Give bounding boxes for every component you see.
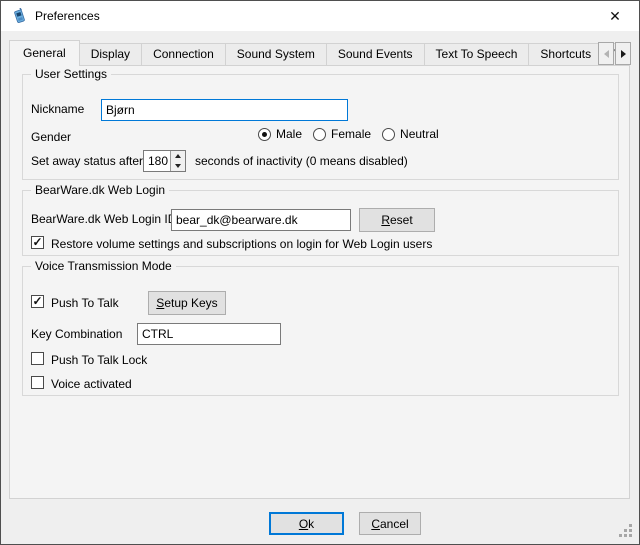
checkmark-icon: ✓ <box>32 295 42 307</box>
spin-down-icon <box>175 164 181 168</box>
radio-icon <box>313 128 326 141</box>
radio-neutral[interactable]: Neutral <box>382 127 439 141</box>
push-to-talk-lock-checkbox[interactable]: ✓ <box>31 352 44 365</box>
radio-icon <box>258 128 271 141</box>
user-settings-group: User Settings Nickname Gender Male Femal… <box>22 74 619 180</box>
tab-label: Shortcuts <box>540 47 591 61</box>
web-login-id-input[interactable] <box>171 209 351 231</box>
setup-keys-button-label: Setup Keys <box>156 296 217 310</box>
tab-sound-events[interactable]: Sound Events <box>326 43 425 65</box>
tab-page-general: User Settings Nickname Gender Male Femal… <box>9 65 630 499</box>
tab-scrollers <box>597 42 631 65</box>
away-status-label: Set away status after <box>31 154 143 168</box>
radio-label: Female <box>331 127 371 141</box>
nickname-label: Nickname <box>31 102 84 116</box>
tab-label: Sound System <box>237 47 315 61</box>
radio-male[interactable]: Male <box>258 127 302 141</box>
tab-connection[interactable]: Connection <box>141 43 226 65</box>
tab-label: Sound Events <box>338 47 413 61</box>
reset-button-label: Reset <box>381 213 412 227</box>
tab-text-to-speech[interactable]: Text To Speech <box>424 43 530 65</box>
tab-scroll-left-button[interactable] <box>598 42 614 65</box>
key-combination-input[interactable] <box>137 323 281 345</box>
group-title: BearWare.dk Web Login <box>31 183 169 198</box>
voice-transmission-group: Voice Transmission Mode ✓ Push To Talk S… <box>22 266 619 396</box>
spin-up-button[interactable] <box>171 151 185 161</box>
scroll-left-icon <box>604 50 609 58</box>
cancel-button-label: Cancel <box>371 517 408 531</box>
resize-grip[interactable] <box>619 524 633 538</box>
close-button[interactable]: ✕ <box>594 1 636 31</box>
web-login-id-label: BearWare.dk Web Login ID <box>31 212 176 226</box>
radio-icon <box>382 128 395 141</box>
nickname-input[interactable] <box>101 99 348 121</box>
preferences-dialog: Preferences ✕ General Display Connection… <box>0 0 640 545</box>
radio-label: Neutral <box>400 127 439 141</box>
key-combination-label: Key Combination <box>31 327 122 341</box>
tab-general[interactable]: General <box>9 40 80 66</box>
radio-label: Male <box>276 127 302 141</box>
radio-female[interactable]: Female <box>313 127 371 141</box>
tab-label: Connection <box>153 47 214 61</box>
push-to-talk-label: Push To Talk <box>51 296 119 310</box>
cancel-button[interactable]: Cancel <box>359 512 421 535</box>
tab-label: General <box>23 46 66 60</box>
app-icon <box>11 8 27 24</box>
ok-button-label: Ok <box>299 517 314 531</box>
checkmark-icon: ✓ <box>32 236 42 248</box>
spin-buttons <box>170 151 185 171</box>
push-to-talk-lock-label: Push To Talk Lock <box>51 353 147 367</box>
reset-button[interactable]: Reset <box>359 208 435 232</box>
ok-button[interactable]: Ok <box>269 512 344 535</box>
tab-bar: General Display Connection Sound System … <box>9 40 631 66</box>
away-seconds-spinner <box>143 150 186 172</box>
setup-keys-button[interactable]: Setup Keys <box>148 291 226 315</box>
window-title: Preferences <box>35 9 100 23</box>
tab-label: Display <box>91 47 130 61</box>
titlebar[interactable]: Preferences <box>1 1 639 31</box>
tab-shortcuts[interactable]: Shortcuts <box>528 43 603 65</box>
radio-dot <box>262 132 267 137</box>
spin-up-icon <box>175 154 181 158</box>
restore-volume-checkbox[interactable]: ✓ <box>31 236 44 249</box>
tab-scroll-right-button[interactable] <box>615 42 631 65</box>
away-seconds-input[interactable] <box>144 151 170 171</box>
away-status-suffix: seconds of inactivity (0 means disabled) <box>195 154 408 168</box>
voice-activated-checkbox[interactable]: ✓ <box>31 376 44 389</box>
spin-down-button[interactable] <box>171 161 185 171</box>
web-login-group: BearWare.dk Web Login BearWare.dk Web Lo… <box>22 190 619 256</box>
tab-display[interactable]: Display <box>79 43 142 65</box>
gender-radio-group: Male Female Neutral <box>258 127 439 141</box>
voice-activated-label: Voice activated <box>51 377 132 391</box>
group-title: User Settings <box>31 67 111 82</box>
group-title: Voice Transmission Mode <box>31 259 176 274</box>
restore-volume-label: Restore volume settings and subscription… <box>51 237 432 251</box>
tab-label: Text To Speech <box>436 47 518 61</box>
gender-label: Gender <box>31 130 71 144</box>
scroll-right-icon <box>621 50 626 58</box>
push-to-talk-checkbox[interactable]: ✓ <box>31 295 44 308</box>
tab-sound-system[interactable]: Sound System <box>225 43 327 65</box>
